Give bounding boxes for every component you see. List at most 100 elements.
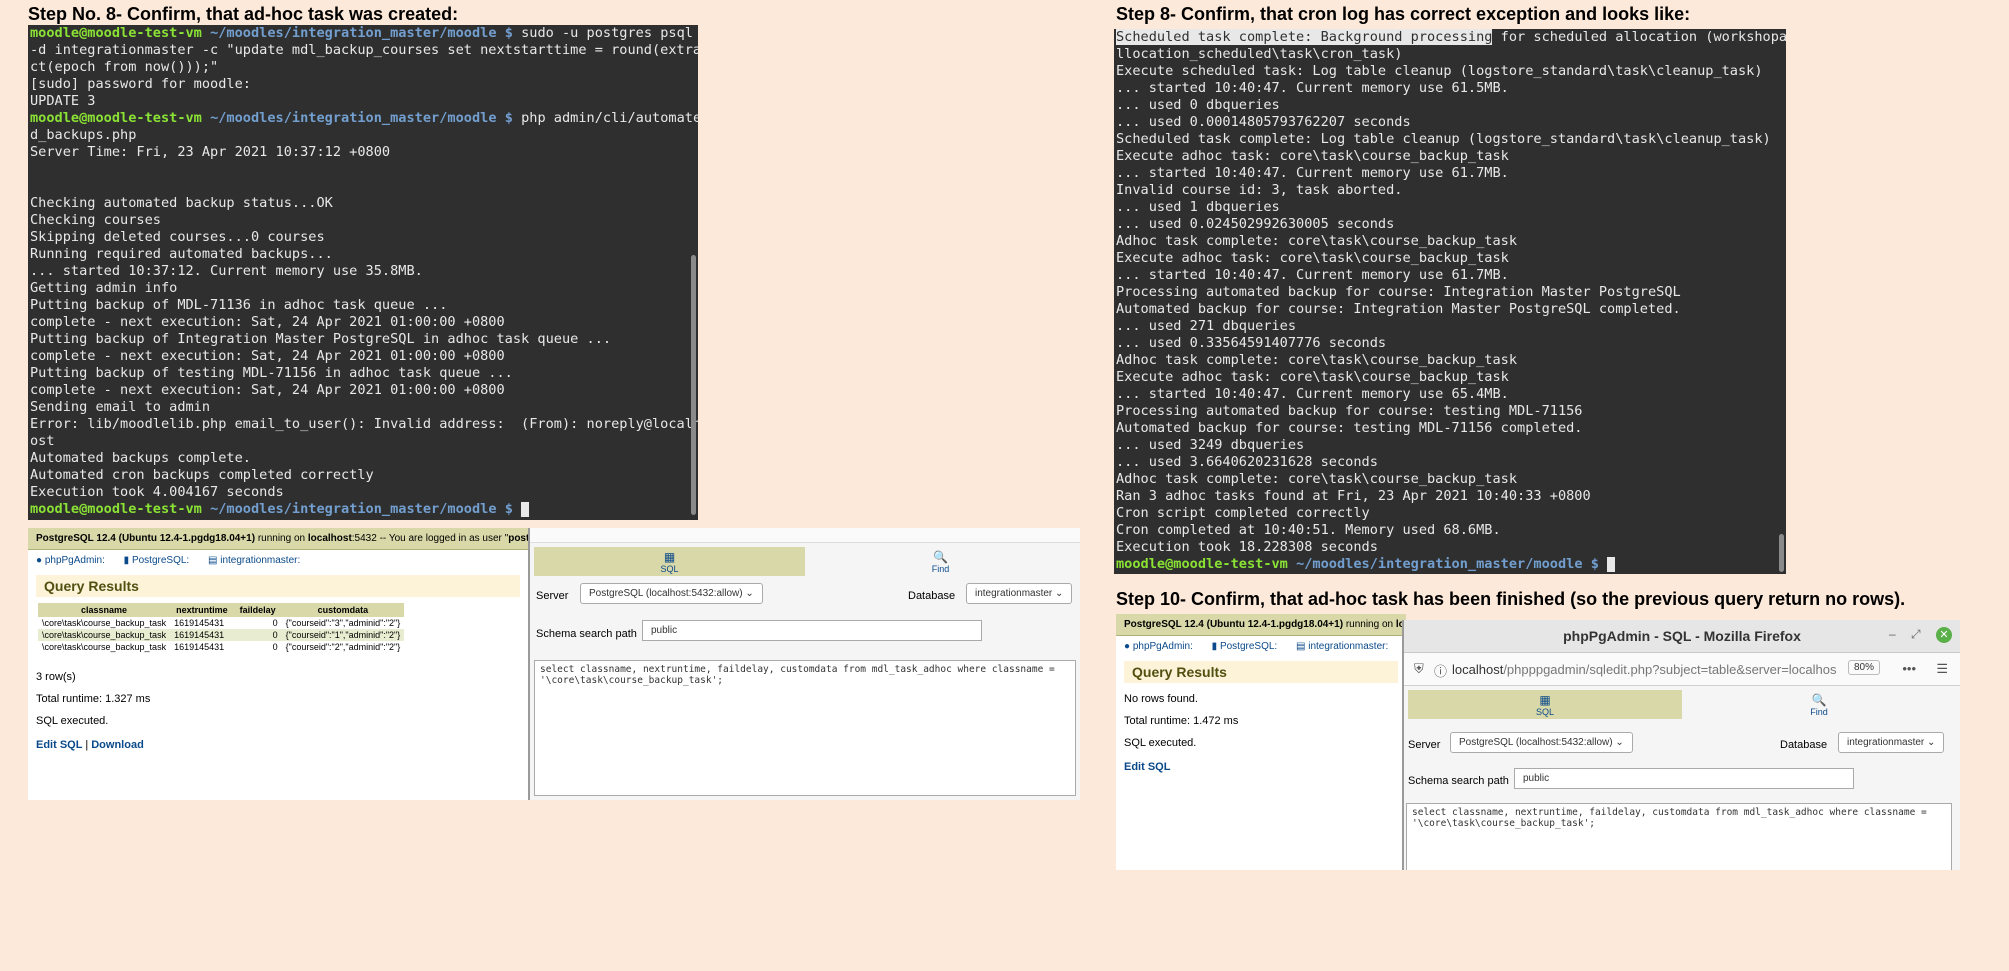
step8-cron-title: Step 8- Confirm, that cron log has corre…	[1116, 4, 1691, 24]
tab-sql[interactable]: ▦ SQL	[1408, 690, 1682, 719]
terminal-line: Running required automated backups...	[30, 246, 333, 262]
column-header: faildelay	[233, 603, 282, 617]
more-actions-icon[interactable]: •••	[1902, 661, 1916, 676]
schema-input[interactable]: public	[642, 620, 982, 641]
url-bar[interactable]: ⛨ ⓘ localhost/phpppgadmin/sqledit.php?su…	[1404, 653, 1960, 686]
schema-label: Schema search path	[536, 628, 637, 640]
query-results-title: Query Results	[1124, 661, 1398, 683]
breadcrumb-phppgadmin[interactable]: ● phpPgAdmin:	[1124, 641, 1201, 652]
breadcrumb-postgresql[interactable]: ▮ PostgreSQL:	[124, 555, 198, 566]
terminal-line: Automated backup for course: Integration…	[1116, 301, 1681, 317]
terminal-line: Checking courses	[30, 212, 161, 228]
terminal-line: ... used 0.33564591407776 seconds	[1116, 335, 1387, 351]
terminal-line: Checking automated backup status...OK	[30, 195, 333, 211]
breadcrumb-postgresql[interactable]: ▮ PostgreSQL:	[1212, 641, 1286, 652]
table-row: \core\task\course_backup_task 1619145431 0…	[38, 629, 405, 641]
terminal-scrollbar[interactable]	[1779, 534, 1784, 572]
terminal-line: ... used 3249 dbqueries	[1116, 437, 1305, 453]
terminal-automated-backups[interactable]: moodle@moodle-test-vm ~/moodles/integrat…	[28, 25, 698, 520]
info-icon[interactable]: ⓘ	[1434, 661, 1447, 680]
minimize-icon[interactable]: –	[1889, 627, 1896, 641]
terminal-line: Adhoc task complete: core\task\course_ba…	[1116, 471, 1518, 487]
terminal-cursor	[1607, 556, 1616, 572]
terminal-line: complete - next execution: Sat, 24 Apr 2…	[30, 314, 505, 330]
chevron-down-icon: ⌄	[745, 588, 754, 599]
terminal-line: Putting backup of Integration Master Pos…	[30, 331, 612, 347]
breadcrumb-database[interactable]: ▤ integrationmaster:	[1296, 641, 1396, 652]
menu-icon[interactable]: ☰	[1936, 661, 1948, 677]
query-results-panel-2: PostgreSQL 12.4 (Ubuntu 12.4-1.pgdg18.04…	[1116, 614, 1406, 870]
tab-find[interactable]: 🔍 Find	[805, 547, 1076, 576]
chevron-down-icon: ⌄	[1615, 737, 1624, 748]
schema-label: Schema search path	[1408, 775, 1509, 787]
terminal-line: -d integrationmaster -c "update mdl_back…	[30, 42, 698, 58]
shield-icon[interactable]: ⛨	[1414, 661, 1424, 677]
firefox-window: phpPgAdmin - SQL - Mozilla Firefox – ⤢ ✕…	[1402, 620, 1960, 870]
terminal-line: ... used 271 dbqueries	[1116, 318, 1297, 334]
step8-title: Step No. 8- Confirm, that ad-hoc task wa…	[28, 4, 459, 24]
terminal-line: Sending email to admin	[30, 399, 211, 415]
terminal-line: ... used 3.6640620231628 seconds	[1116, 454, 1378, 470]
terminal-prompt: moodle@moodle-test-vm ~/moodles/integrat…	[30, 25, 693, 41]
database-select[interactable]: integrationmaster ⌄	[1838, 732, 1945, 753]
terminal-line: Scheduled task complete: Log table clean…	[1116, 131, 1771, 147]
sql-tabs: ▦ SQL 🔍 Find	[1408, 690, 1956, 719]
terminal-cron-log[interactable]: Scheduled task complete: Background proc…	[1114, 29, 1786, 574]
window-titlebar[interactable]: phpPgAdmin - SQL - Mozilla Firefox – ⤢ ✕	[1404, 620, 1960, 653]
schema-input[interactable]: public	[1514, 768, 1854, 789]
sql-icon: ▦	[1539, 693, 1551, 707]
terminal-line: Cron script completed correctly	[1116, 505, 1370, 521]
terminal-line: Ran 3 adhoc tasks found at Fri, 23 Apr 2…	[1116, 488, 1591, 504]
terminal-line: ... used 0.024502992630005 seconds	[1116, 216, 1395, 232]
terminal-line: d_backups.php	[30, 127, 137, 143]
terminal-line: Skipping deleted courses...0 courses	[30, 229, 325, 245]
terminal-line: ... started 10:40:47. Current memory use…	[1116, 165, 1509, 181]
terminal-line: Automated backups complete.	[30, 450, 251, 466]
sql-query-textarea[interactable]: select classname, nextruntime, faildelay…	[1406, 803, 1952, 870]
row-count: 3 row(s)	[36, 671, 76, 683]
terminal-line: Server Time: Fri, 23 Apr 2021 10:37:12 +…	[30, 144, 391, 160]
terminal-line: complete - next execution: Sat, 24 Apr 2…	[30, 382, 505, 398]
server-select[interactable]: PostgreSQL (localhost:5432:allow) ⌄	[580, 583, 763, 604]
terminal-line: ... started 10:40:47. Current memory use…	[1116, 80, 1509, 96]
terminal-line: Execute scheduled task: Log table cleanu…	[1116, 63, 1763, 79]
terminal-line: llocation_scheduled\task\cron_task)	[1116, 46, 1403, 62]
close-icon[interactable]: ✕	[1936, 627, 1952, 643]
url-bar[interactable]	[530, 528, 1080, 543]
terminal-line: Execute adhoc task: core\task\course_bac…	[1116, 148, 1509, 164]
terminal-line: Invalid course id: 3, task aborted.	[1116, 182, 1403, 198]
terminal-line: Scheduled task complete: Background proc…	[1116, 29, 1786, 45]
maximize-icon[interactable]: ⤢	[1911, 627, 1921, 642]
download-link[interactable]: Download	[91, 739, 144, 751]
results-table: classname nextruntime faildelay customda…	[38, 603, 405, 653]
sql-edit-window: ▦ SQL 🔍 Find Server PostgreSQL (localhost:…	[528, 528, 1080, 800]
terminal-scrollbar[interactable]	[691, 255, 696, 515]
database-label: Database	[908, 590, 956, 602]
breadcrumb: ● phpPgAdmin: ▮ PostgreSQL: ▤ integratio…	[28, 550, 528, 571]
terminal-line: Execute adhoc task: core\task\course_bac…	[1116, 369, 1509, 385]
sql-query-textarea[interactable]: select classname, nextruntime, faildelay…	[534, 660, 1076, 796]
column-header: classname	[38, 603, 171, 617]
terminal-line: Putting backup of testing MDL-71156 in a…	[30, 365, 513, 381]
edit-sql-link[interactable]: Edit SQL	[1124, 761, 1170, 773]
query-results-title: Query Results	[36, 575, 520, 597]
edit-sql-link[interactable]: Edit SQL	[36, 739, 82, 751]
search-icon: 🔍	[1811, 693, 1827, 707]
terminal-line: ... used 0 dbqueries	[1116, 97, 1280, 113]
tab-find[interactable]: 🔍 Find	[1682, 690, 1956, 719]
breadcrumb-phppgadmin[interactable]: ● phpPgAdmin:	[36, 555, 113, 566]
terminal-line: ... used 0.0001480579376220​7 seconds	[1116, 114, 1411, 130]
tab-sql[interactable]: ▦ SQL	[534, 547, 805, 576]
terminal-line: Error: lib/moodlelib.php email_to_user()…	[30, 416, 698, 432]
database-select[interactable]: integrationmaster ⌄	[966, 583, 1073, 604]
terminal-line: Execute adhoc task: core\task\course_bac…	[1116, 250, 1509, 266]
server-info-bar: PostgreSQL 12.4 (Ubuntu 12.4-1.pgdg18.04…	[1116, 614, 1406, 636]
breadcrumb-database[interactable]: ▤ integrationmaster:	[208, 555, 308, 566]
no-rows-message: No rows found.	[1124, 693, 1198, 705]
server-select[interactable]: PostgreSQL (localhost:5432:allow) ⌄	[1450, 732, 1633, 753]
zoom-badge[interactable]: 80%	[1847, 660, 1880, 675]
terminal-prompt: moodle@moodle-test-vm ~/moodles/integrat…	[30, 501, 698, 518]
server-info-bar: PostgreSQL 12.4 (Ubuntu 12.4-1.pgdg18.04…	[28, 528, 528, 550]
